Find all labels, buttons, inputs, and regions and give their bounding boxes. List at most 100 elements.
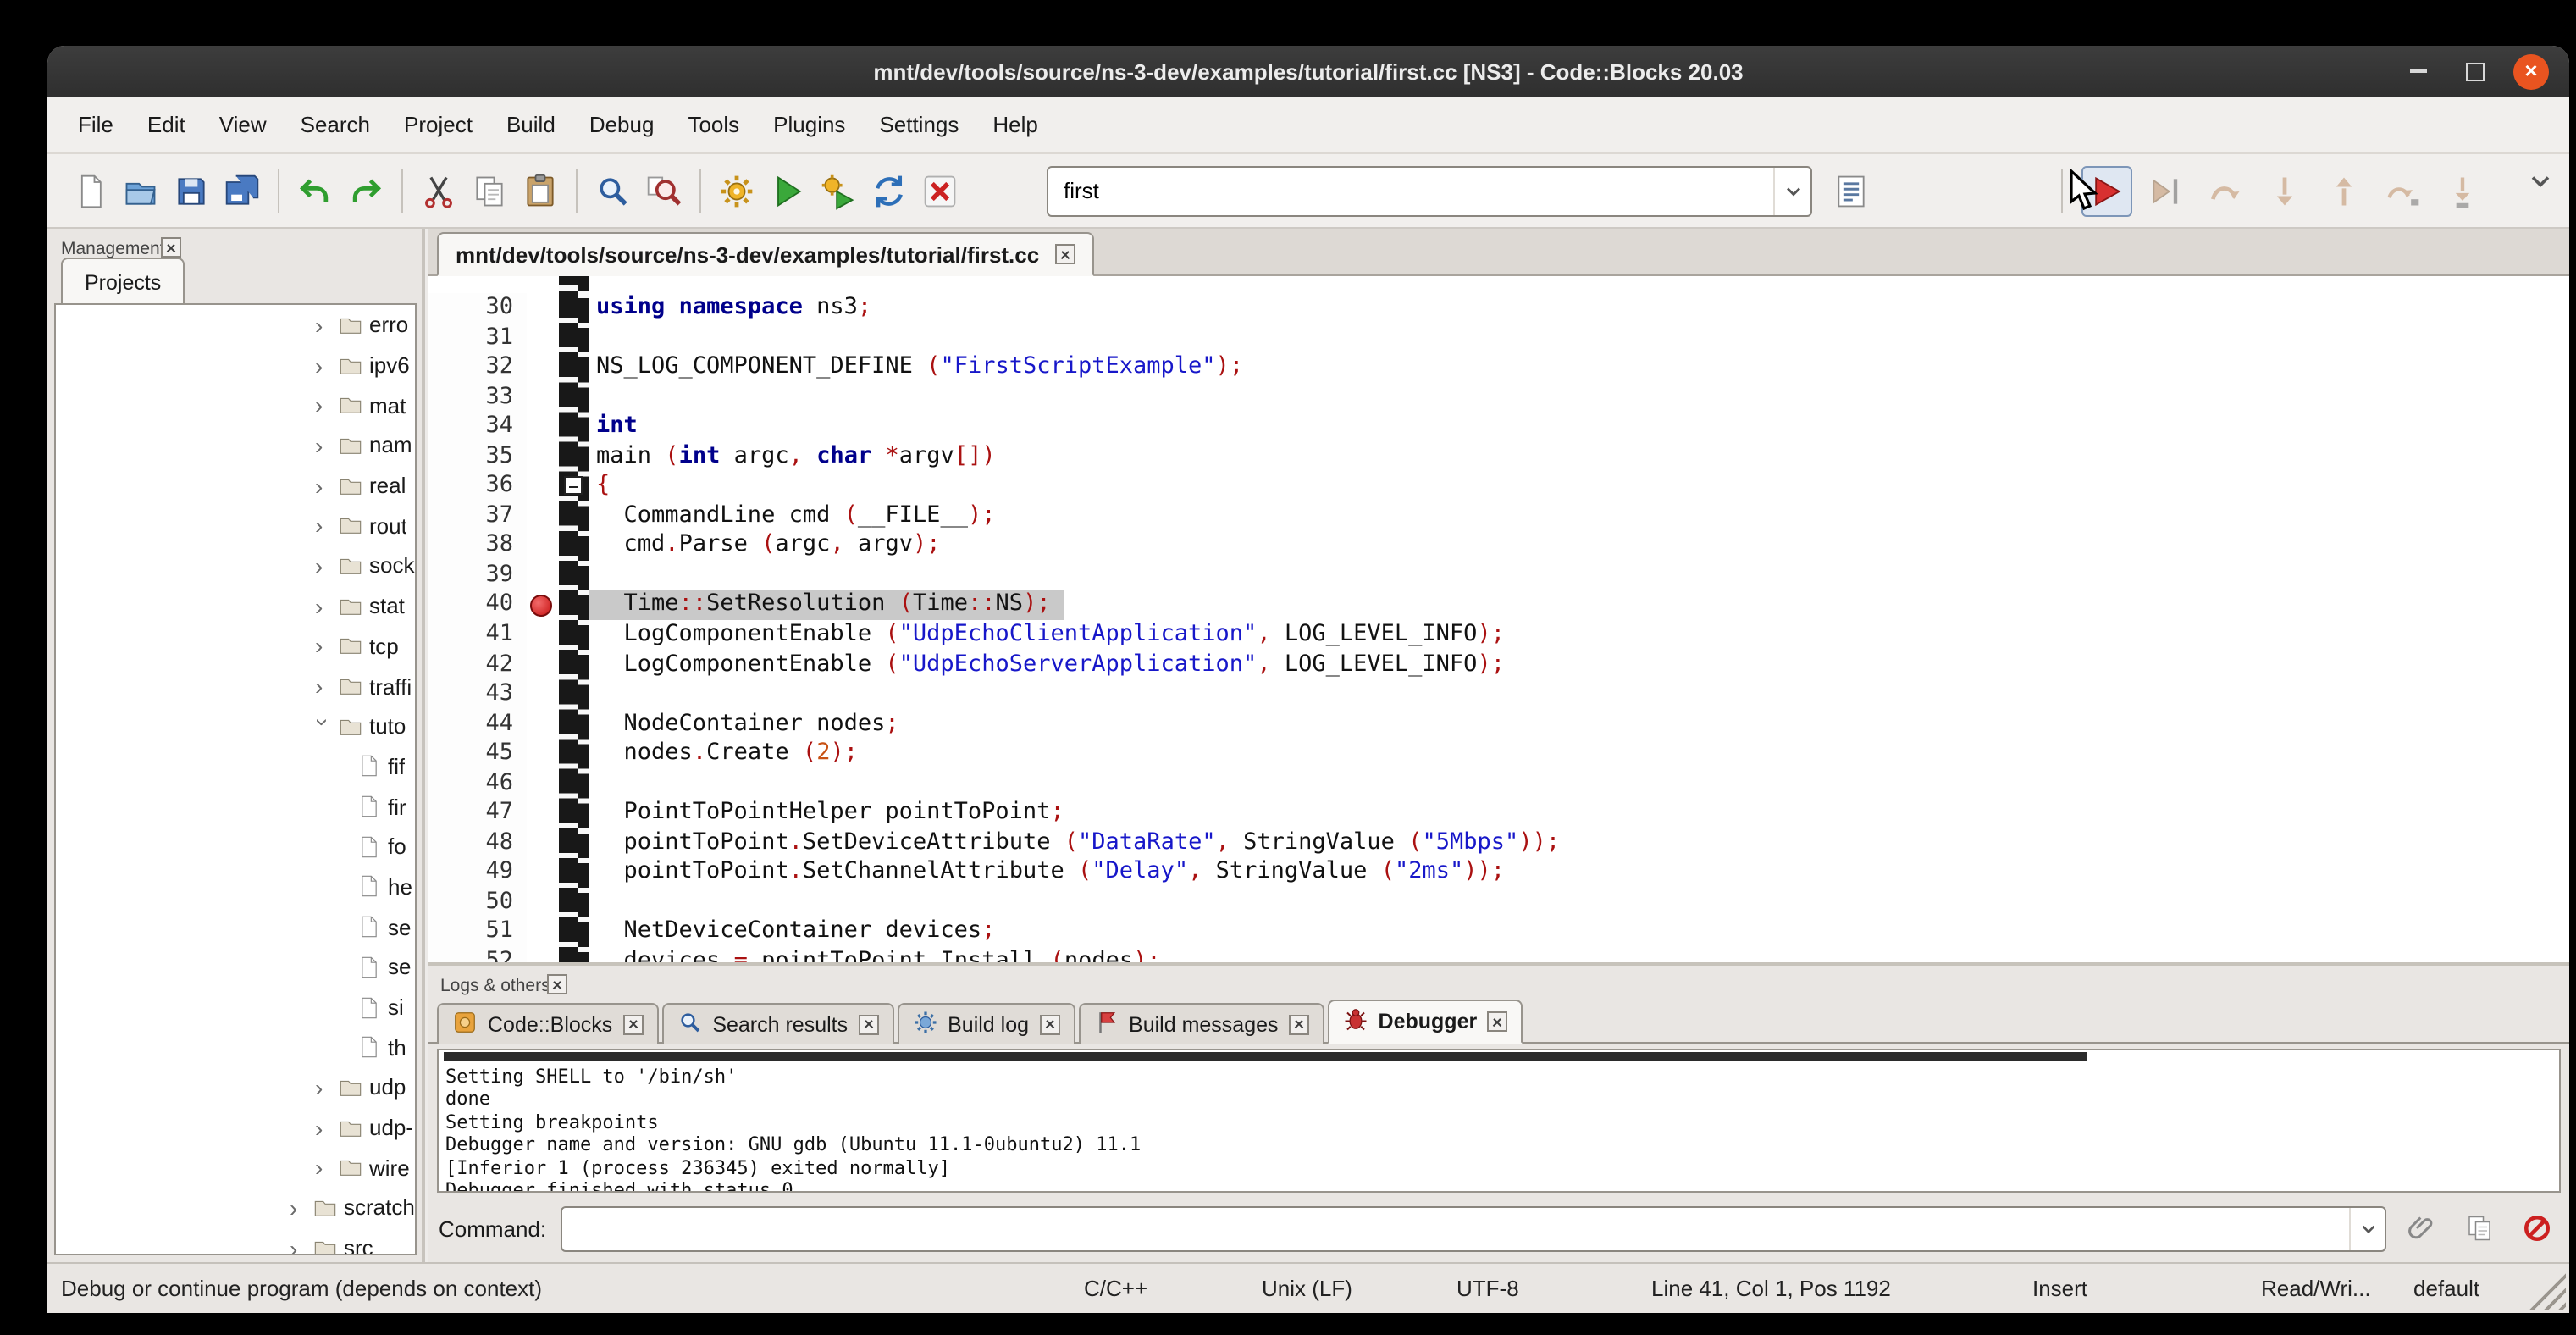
fold-margin[interactable] (559, 501, 589, 531)
breakpoint-margin[interactable] (527, 382, 559, 412)
menu-item-project[interactable]: Project (387, 105, 489, 144)
resize-grip[interactable] (2529, 1272, 2566, 1310)
breakpoint-margin[interactable] (527, 679, 559, 709)
save-all-button[interactable] (217, 165, 268, 216)
tree-file-he[interactable]: he (56, 867, 415, 906)
breakpoint-margin[interactable] (527, 531, 559, 561)
line-number[interactable]: 37 (428, 501, 527, 531)
stop-debugger-icon[interactable] (2515, 1206, 2559, 1250)
close-button[interactable] (2513, 53, 2549, 89)
tree-folder-traffi[interactable]: ›traffi (56, 666, 415, 706)
log-tab-debugger[interactable]: Debugger (1328, 1000, 1523, 1044)
maximize-button[interactable] (2457, 54, 2491, 88)
tree-file-se[interactable]: se (56, 907, 415, 947)
chevron-right-icon[interactable]: › (315, 597, 332, 614)
chevron-down-icon[interactable]: › (315, 717, 332, 734)
fold-margin[interactable] (559, 441, 589, 471)
fold-margin[interactable] (559, 561, 589, 590)
line-number[interactable]: 34 (428, 412, 527, 441)
redo-button[interactable] (340, 165, 391, 216)
save-file-button[interactable] (166, 165, 217, 216)
breakpoint-margin[interactable] (527, 917, 559, 947)
rebuild-button[interactable] (864, 165, 915, 216)
tree-folder-erro[interactable]: ›erro (56, 305, 415, 345)
close-icon[interactable] (1039, 1014, 1059, 1034)
minimize-button[interactable] (2402, 54, 2435, 88)
tree-folder-tuto[interactable]: ›tuto (56, 706, 415, 746)
fold-margin[interactable] (559, 917, 589, 947)
breakpoint-margin[interactable] (527, 769, 559, 799)
line-number[interactable]: 30 (428, 293, 527, 323)
breakpoint-margin[interactable] (527, 472, 559, 501)
resource-list-button[interactable] (1826, 165, 1877, 216)
line-number[interactable]: 42 (428, 650, 527, 679)
breakpoint-icon[interactable] (530, 594, 552, 616)
breakpoint-margin[interactable] (527, 501, 559, 531)
breakpoint-margin[interactable] (527, 947, 559, 962)
tree-folder-wire[interactable]: ›wire (56, 1148, 415, 1188)
line-number[interactable]: 41 (428, 620, 527, 650)
chevron-right-icon[interactable]: › (315, 317, 332, 334)
breakpoint-margin[interactable] (527, 561, 559, 590)
breakpoint-margin[interactable] (527, 650, 559, 679)
tree-file-fir[interactable]: fir (56, 787, 415, 827)
step-into-instruction-button[interactable] (2437, 165, 2488, 216)
log-tab-search-results[interactable]: Search results (661, 1003, 893, 1044)
chevron-right-icon[interactable]: › (290, 1239, 307, 1255)
chevron-right-icon[interactable]: › (290, 1199, 307, 1216)
tree-folder-stat[interactable]: ›stat (56, 586, 415, 626)
fold-margin[interactable] (559, 412, 589, 441)
line-number[interactable]: 31 (428, 323, 527, 352)
run-button[interactable] (762, 165, 813, 216)
tree-folder-ipv6[interactable]: ›ipv6 (56, 345, 415, 385)
chevron-right-icon[interactable]: › (315, 357, 332, 374)
fold-margin[interactable] (559, 293, 589, 323)
editor-tab-first-cc[interactable]: mnt/dev/tools/source/ns-3-dev/examples/t… (437, 232, 1093, 276)
open-file-button[interactable] (115, 165, 166, 216)
logs-panel-caption[interactable]: Logs & others (428, 966, 2569, 996)
chevron-right-icon[interactable]: › (315, 557, 332, 574)
fold-margin[interactable] (559, 769, 589, 799)
menu-item-tools[interactable]: Tools (671, 105, 756, 144)
paperclip-icon[interactable] (2400, 1206, 2444, 1250)
breakpoint-margin[interactable] (527, 352, 559, 382)
tree-folder-mat[interactable]: ›mat (56, 385, 415, 425)
fold-margin[interactable] (559, 590, 589, 620)
line-number[interactable]: 40 (428, 590, 527, 620)
line-number[interactable]: 35 (428, 441, 527, 471)
title-bar[interactable]: mnt/dev/tools/source/ns-3-dev/examples/t… (47, 46, 2569, 97)
tree-folder-sock[interactable]: ›sock (56, 546, 415, 585)
breakpoint-margin[interactable] (527, 888, 559, 917)
line-number[interactable]: 39 (428, 561, 527, 590)
abort-build-button[interactable] (915, 165, 965, 216)
close-icon[interactable] (1289, 1014, 1309, 1034)
chevron-right-icon[interactable]: › (315, 1079, 332, 1096)
close-icon[interactable] (1054, 244, 1075, 264)
breakpoint-margin[interactable] (527, 441, 559, 471)
paste-button[interactable] (515, 165, 566, 216)
log-tab-code-blocks[interactable]: Code::Blocks (437, 1003, 658, 1044)
line-number[interactable]: 44 (428, 709, 527, 739)
tree-file-se[interactable]: se (56, 947, 415, 987)
copy-button[interactable] (464, 165, 515, 216)
line-number[interactable]: 49 (428, 858, 527, 888)
close-icon[interactable] (1487, 1011, 1507, 1032)
tree-folder-udp[interactable]: ›udp (56, 1067, 415, 1107)
debugger-log-output[interactable]: Setting SHELL to '/bin/sh'doneSetting br… (437, 1049, 2561, 1193)
tree-file-fo[interactable]: fo (56, 827, 415, 867)
fold-margin[interactable] (559, 858, 589, 888)
breakpoint-margin[interactable] (527, 709, 559, 739)
line-number[interactable]: 50 (428, 888, 527, 917)
breakpoint-margin[interactable] (527, 799, 559, 828)
menu-item-view[interactable]: View (202, 105, 284, 144)
line-number[interactable]: 36 (428, 472, 527, 501)
fold-margin[interactable] (559, 352, 589, 382)
log-tab-build-messages[interactable]: Build messages (1078, 1003, 1324, 1044)
breakpoint-margin[interactable] (527, 858, 559, 888)
next-instruction-button[interactable] (2378, 165, 2429, 216)
tree-folder-rout[interactable]: ›rout (56, 506, 415, 546)
tree-file-si[interactable]: si (56, 987, 415, 1027)
line-number[interactable]: 52 (428, 947, 527, 962)
tree-file-th[interactable]: th (56, 1028, 415, 1067)
run-to-cursor-button[interactable] (2141, 165, 2192, 216)
